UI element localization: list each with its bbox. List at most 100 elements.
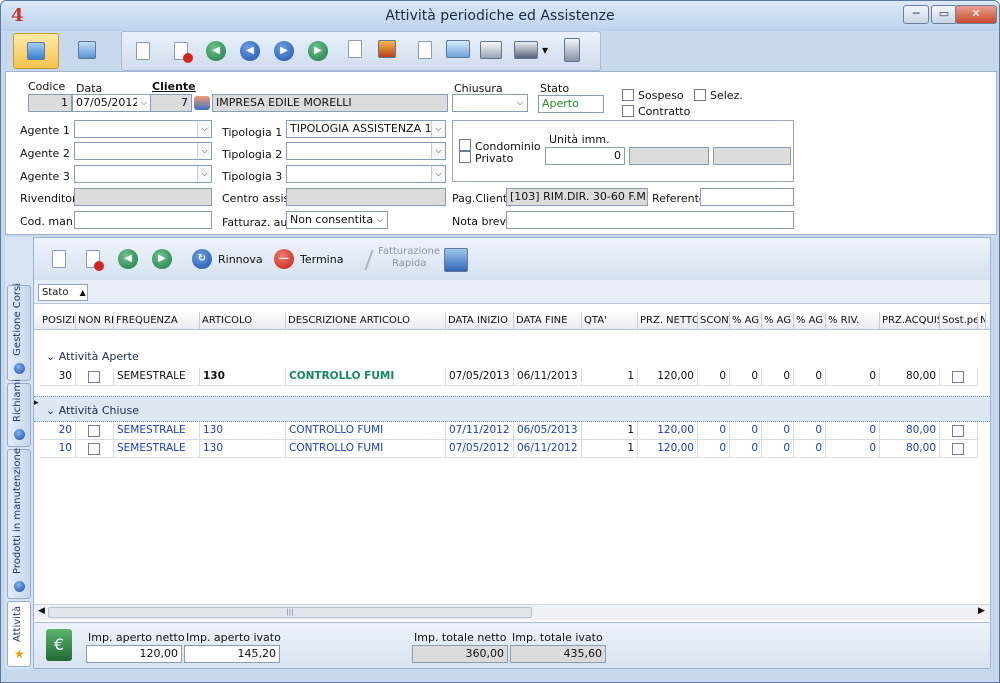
row-checkbox[interactable]: [952, 371, 964, 383]
table-row[interactable]: 10 SEMESTRALE 130 CONTROLLO FUMI 07/05/2012 0…: [34, 440, 990, 458]
table-row[interactable]: 30 SEMESTRALE 130 CONTROLLO FUMI 07/05/2013 0…: [34, 368, 990, 386]
checkbox-cell[interactable]: [940, 422, 978, 440]
rinnova-button[interactable]: Rinnova: [218, 253, 263, 266]
selez-checkbox[interactable]: [694, 89, 706, 101]
printer-icon[interactable]: [514, 41, 538, 59]
next-record-icon[interactable]: ▶: [274, 41, 294, 61]
table-row[interactable]: 20 SEMESTRALE 130 CONTROLLO FUMI 07/11/2012 0…: [34, 422, 990, 440]
chevron-down-icon[interactable]: ⌵: [197, 166, 211, 182]
tab-prodotti-manutenzione[interactable]: Prodotti in manutenzione: [7, 448, 31, 599]
privato-checkbox[interactable]: [459, 151, 471, 163]
stop-icon[interactable]: —: [274, 249, 294, 269]
tipologia2-field[interactable]: ⌵: [286, 142, 446, 160]
maximize-button[interactable]: ▭: [931, 5, 957, 24]
chevron-down-icon[interactable]: ⌵: [431, 121, 445, 137]
last-record-icon[interactable]: ▶: [308, 41, 328, 61]
chevron-down-icon[interactable]: ⌵: [431, 143, 445, 159]
horizontal-scrollbar[interactable]: ◀ ||| ▶: [34, 604, 990, 620]
column-header[interactable]: Sost.pe: [940, 312, 978, 330]
calculator-icon[interactable]: [480, 41, 502, 59]
windows-icon[interactable]: [446, 40, 470, 58]
row-checkbox[interactable]: [88, 443, 100, 455]
close-button[interactable]: ✕: [955, 5, 997, 24]
checkbox-cell[interactable]: [940, 440, 978, 458]
chevron-down-icon[interactable]: ⌵: [431, 166, 445, 182]
notabreve-field[interactable]: [506, 211, 794, 229]
column-header[interactable]: NON RI: [76, 312, 114, 330]
column-header[interactable]: % AG: [730, 312, 762, 330]
group-row-aperte[interactable]: ⌄ Attività Aperte: [46, 350, 139, 363]
chevron-down-icon[interactable]: ⌵: [197, 121, 211, 137]
row-checkbox[interactable]: [952, 443, 964, 455]
column-header[interactable]: ARTICOLO: [200, 312, 286, 330]
column-header[interactable]: % AG: [794, 312, 826, 330]
scroll-left-icon[interactable]: ◀: [38, 606, 45, 616]
edit-star-icon[interactable]: [348, 40, 362, 58]
checkbox-cell[interactable]: [940, 368, 978, 386]
checkbox-cell[interactable]: [76, 422, 114, 440]
exit-door-icon[interactable]: [564, 38, 580, 62]
chevron-down-icon[interactable]: ⌵: [513, 95, 527, 111]
chiusura-field[interactable]: ⌵: [452, 94, 528, 112]
customers-icon[interactable]: [194, 96, 210, 110]
cliente-label[interactable]: Cliente: [152, 80, 196, 93]
column-header[interactable]: PRZ. NETTO: [638, 312, 698, 330]
first-activity-icon[interactable]: ◀: [118, 249, 138, 269]
column-header[interactable]: DESCRIZIONE ARTICOLO: [286, 312, 446, 330]
scroll-thumb[interactable]: |||: [48, 607, 532, 618]
tipologia1-field[interactable]: TIPOLOGIA ASSISTENZA 1.2 ⌵: [286, 120, 446, 138]
column-header[interactable]: DATA INIZIO: [446, 312, 514, 330]
minimize-button[interactable]: ─: [903, 5, 929, 24]
referente-field[interactable]: [700, 188, 794, 206]
contratto-checkbox[interactable]: [622, 105, 634, 117]
previous-record-icon[interactable]: ◀: [240, 41, 260, 61]
column-header[interactable]: N: [978, 312, 986, 330]
column-header[interactable]: POSIZIO: [40, 312, 76, 330]
column-header[interactable]: SCONTO: [698, 312, 730, 330]
agente3-field[interactable]: ⌵: [74, 165, 212, 183]
last-activity-icon[interactable]: ▶: [152, 249, 172, 269]
column-header[interactable]: QTA': [582, 312, 638, 330]
new-activity-icon[interactable]: [52, 250, 66, 268]
view-detail-button[interactable]: [65, 33, 111, 69]
tab-gestione-corsi[interactable]: Gestione Corsi: [7, 283, 31, 381]
condominio-checkbox[interactable]: [459, 139, 471, 151]
view-list-button[interactable]: [13, 33, 59, 69]
row-checkbox[interactable]: [88, 371, 100, 383]
pagcliente-field[interactable]: [103] RIM.DIR. 30-60 F.M.: [506, 188, 648, 206]
printer-dropdown-icon[interactable]: ▼: [542, 46, 548, 55]
sospeso-checkbox[interactable]: [622, 89, 634, 101]
unita-field[interactable]: 0: [545, 147, 625, 165]
agente1-field[interactable]: ⌵: [74, 120, 212, 138]
termina-button[interactable]: Termina: [300, 253, 343, 266]
collapse-chevron-icon[interactable]: ⌄: [46, 404, 59, 417]
row-checkbox[interactable]: [952, 425, 964, 437]
scroll-right-icon[interactable]: ▶: [978, 606, 985, 616]
chevron-down-icon[interactable]: ⌵: [373, 212, 387, 228]
tab-richiami[interactable]: Richiami: [7, 379, 31, 447]
checkbox-cell[interactable]: [76, 368, 114, 386]
checkbox-cell[interactable]: [76, 440, 114, 458]
tab-attivita[interactable]: Attività ★: [7, 601, 31, 667]
first-record-icon[interactable]: ◀: [206, 41, 226, 61]
collapse-chevron-icon[interactable]: ⌄: [46, 350, 59, 363]
film-icon[interactable]: [378, 40, 396, 58]
group-row-chiuse[interactable]: ⌄ Attività Chiuse: [46, 404, 139, 417]
data-field[interactable]: 07/05/2012 ⌵: [72, 94, 152, 112]
codman-field[interactable]: [74, 211, 212, 229]
group-by-stato[interactable]: Stato ▲: [38, 284, 88, 301]
column-header[interactable]: DATA FINE: [514, 312, 582, 330]
row-checkbox[interactable]: [88, 425, 100, 437]
chevron-down-icon[interactable]: ⌵: [137, 95, 151, 111]
fatturaz-field[interactable]: Non consentita ⌵: [286, 211, 388, 229]
spreadsheet-icon[interactable]: [444, 248, 468, 272]
confirm-document-icon[interactable]: [418, 41, 432, 59]
column-header[interactable]: FREQUENZA: [114, 312, 200, 330]
chevron-down-icon[interactable]: ⌵: [197, 143, 211, 159]
column-header[interactable]: PRZ.ACQUIST: [880, 312, 940, 330]
column-header[interactable]: % AG: [762, 312, 794, 330]
new-document-icon[interactable]: [136, 42, 150, 60]
renew-icon[interactable]: ↻: [192, 249, 212, 269]
agente2-field[interactable]: ⌵: [74, 142, 212, 160]
column-header[interactable]: % RIV.: [826, 312, 880, 330]
